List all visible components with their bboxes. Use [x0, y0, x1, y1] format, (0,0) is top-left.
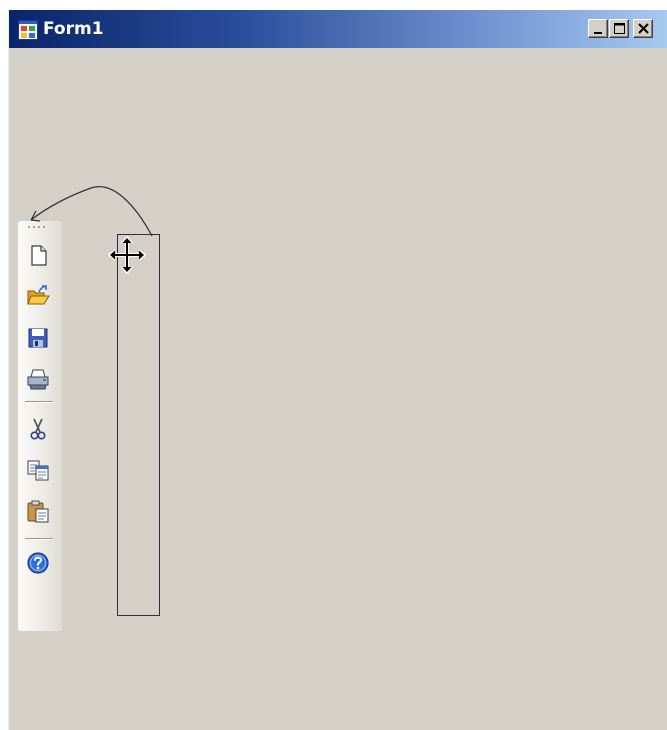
move-cursor-icon	[108, 236, 146, 274]
new-button[interactable]	[25, 242, 51, 268]
help-icon	[27, 552, 49, 574]
toolstrip-grip-handle[interactable]	[28, 226, 50, 230]
toolstrip-drag-outline	[117, 234, 160, 616]
paste-clipboard-icon	[27, 500, 49, 523]
form-window: Form1	[8, 10, 667, 730]
close-button[interactable]	[633, 19, 653, 38]
new-document-icon	[31, 245, 47, 266]
close-icon	[638, 23, 649, 34]
vertical-toolstrip[interactable]	[18, 221, 62, 631]
print-button[interactable]	[25, 366, 51, 392]
copy-button[interactable]	[25, 457, 51, 483]
copy-icon	[27, 460, 49, 481]
minimize-icon	[594, 32, 602, 34]
form-icon[interactable]	[18, 20, 38, 40]
maximize-icon	[614, 23, 625, 34]
title-bar[interactable]: Form1	[9, 10, 667, 48]
save-disk-icon	[28, 328, 48, 348]
print-icon	[27, 369, 49, 390]
help-button[interactable]	[25, 550, 51, 576]
form-client-area[interactable]	[9, 48, 667, 730]
cut-scissors-icon	[30, 418, 46, 440]
cut-button[interactable]	[25, 416, 51, 442]
maximize-button[interactable]	[609, 19, 629, 38]
paste-button[interactable]	[25, 498, 51, 524]
open-button[interactable]	[25, 283, 51, 309]
save-button[interactable]	[25, 325, 51, 351]
open-folder-icon	[27, 285, 50, 305]
toolstrip-separator	[25, 538, 53, 539]
window-title: Form1	[43, 19, 104, 39]
minimize-button[interactable]	[588, 19, 608, 38]
toolstrip-separator	[25, 401, 53, 402]
